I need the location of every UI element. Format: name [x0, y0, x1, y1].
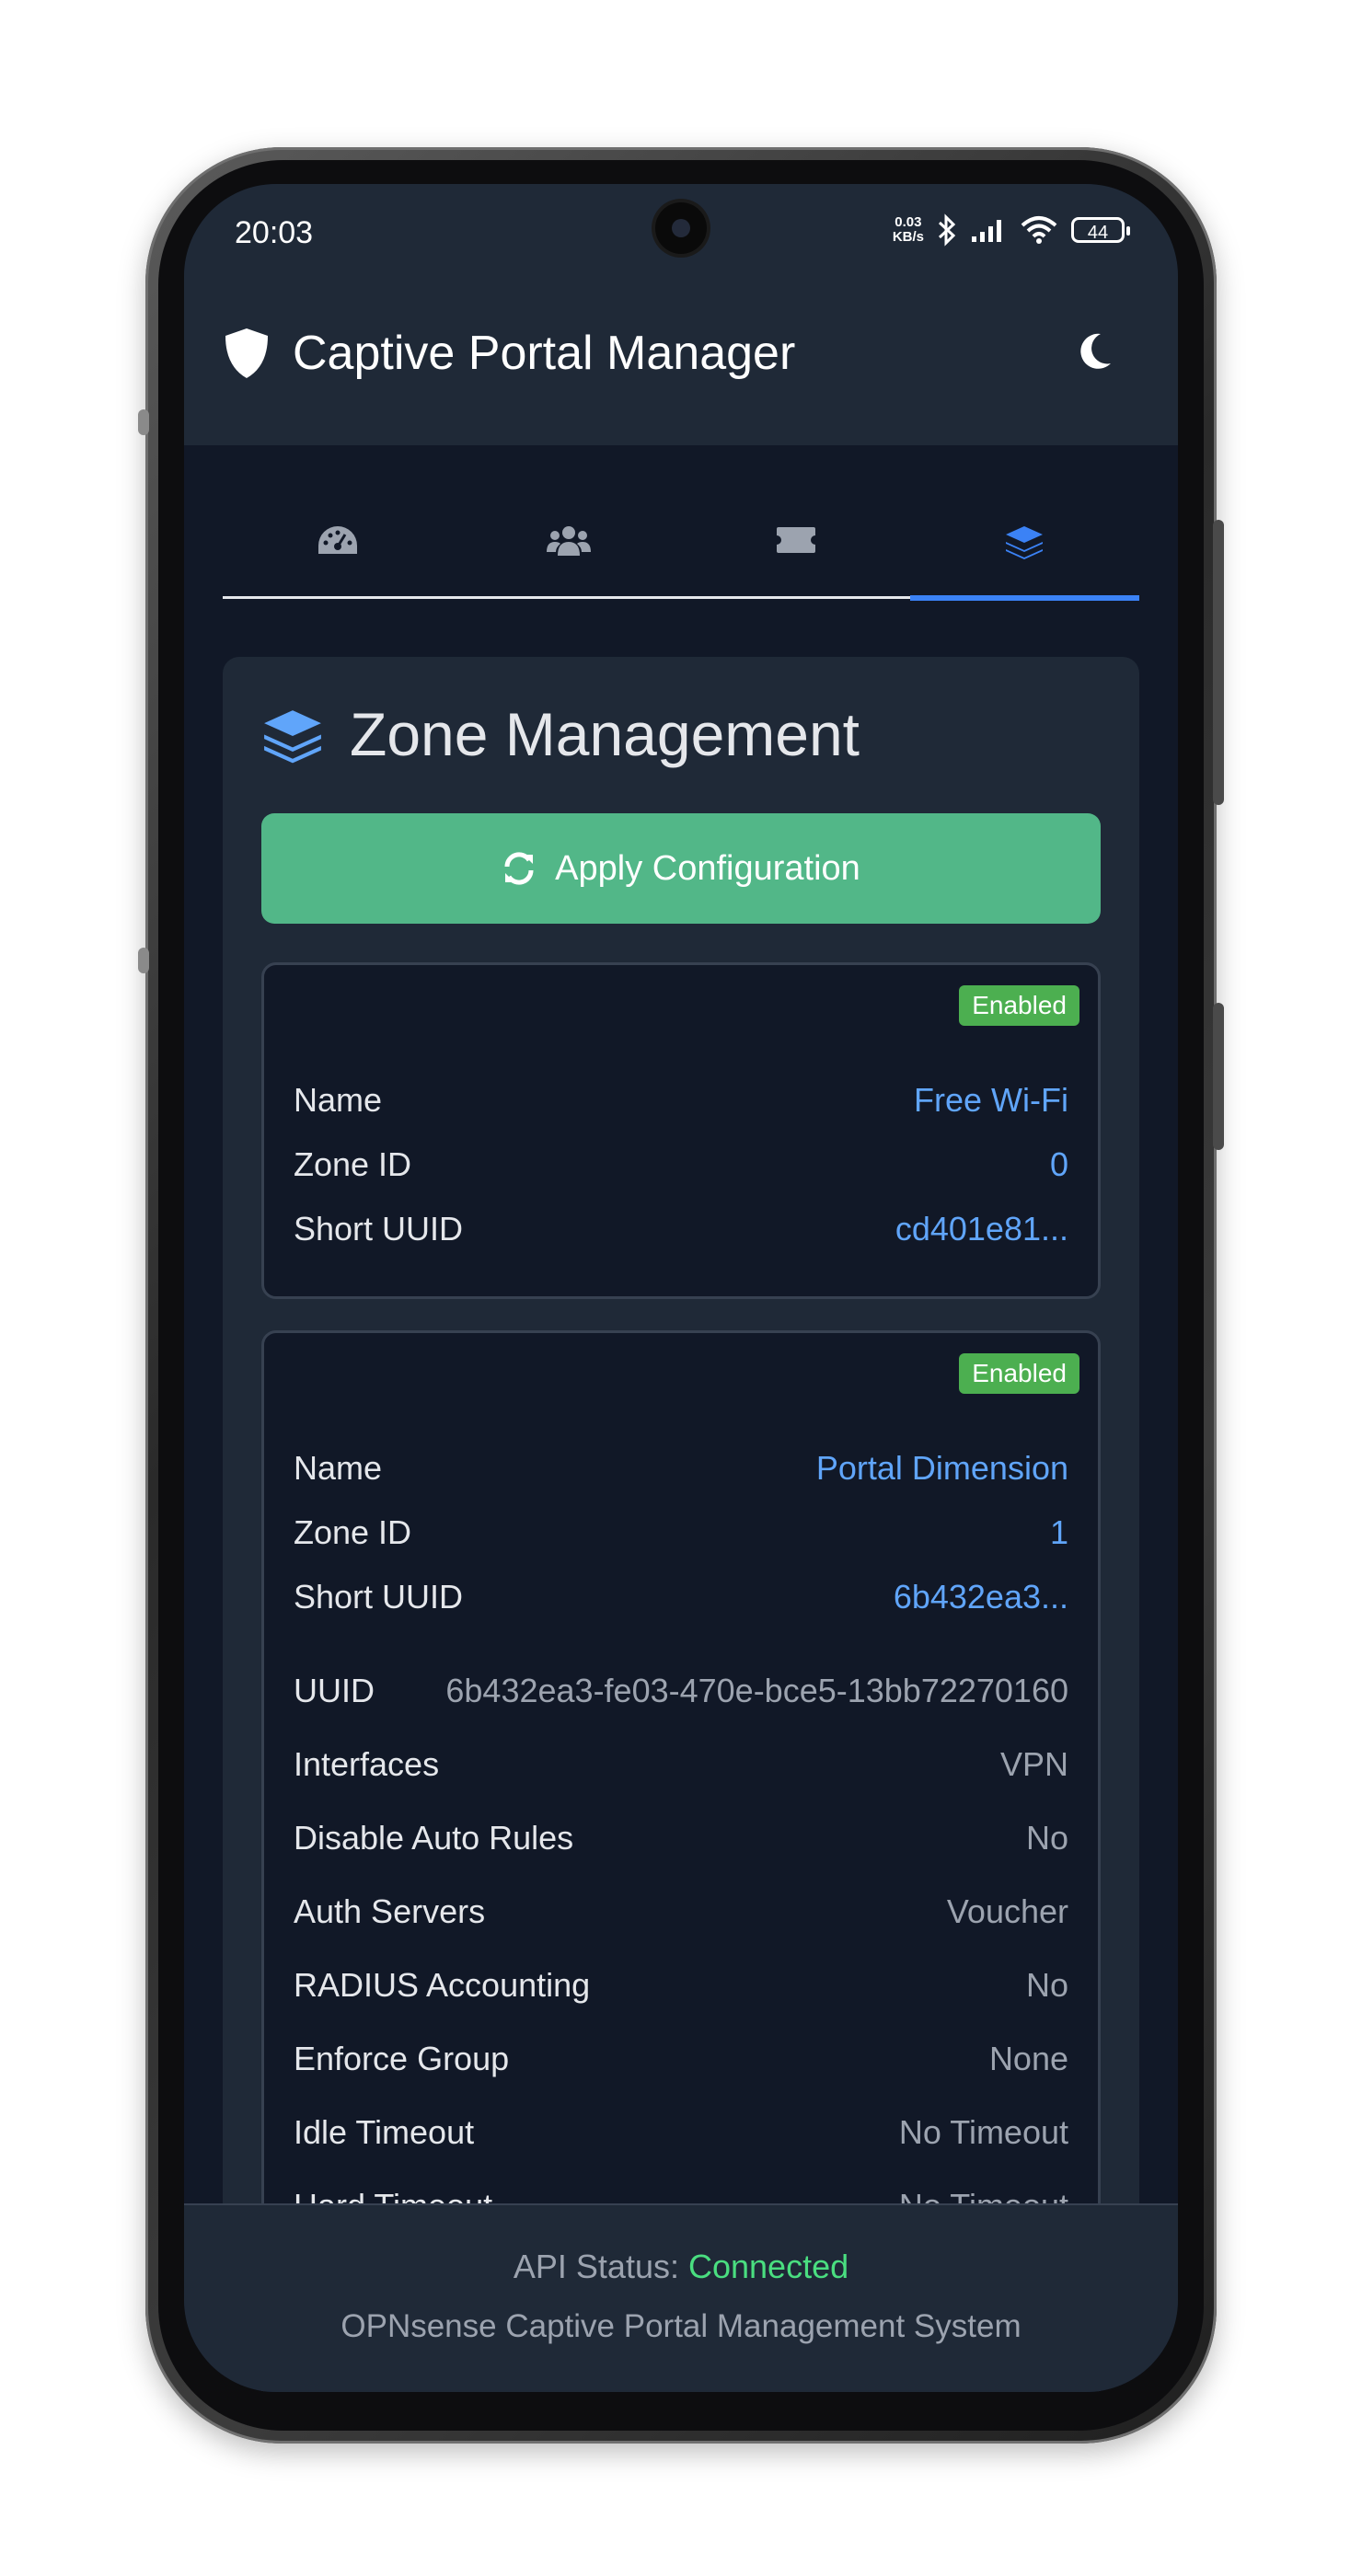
detail-row-uuid: UUID 6b432ea3-fe03-470e-bce5-13bb7227016… — [294, 1672, 1068, 1709]
tab-users[interactable] — [452, 478, 681, 596]
app-header: Captive Portal Manager — [184, 272, 1178, 445]
zone-management-card: Zone Management Apply Configuration Enab… — [223, 657, 1139, 2392]
detail-row-radius-accounting: RADIUS Accounting No — [294, 1966, 1068, 2004]
status-badge: Enabled — [959, 985, 1079, 1026]
apply-button-label: Apply Configuration — [555, 848, 860, 888]
wifi-icon — [1021, 216, 1057, 244]
tab-zones[interactable] — [910, 478, 1139, 596]
frame-antenna-line — [138, 948, 149, 973]
zone-id: 0 — [1049, 1145, 1068, 1183]
footer: API Status: Connected OPNsense Captive P… — [184, 2203, 1178, 2392]
api-status: API Status: Connected — [513, 2248, 849, 2285]
detail-row-enforce-group: Enforce Group None — [294, 2040, 1068, 2077]
detail-row-auth-servers: Auth Servers Voucher — [294, 1892, 1068, 1930]
bluetooth-icon — [938, 213, 956, 247]
app-screen: 20:03 0.03 KB/s 44 Captive Portal Manage… — [184, 184, 1178, 2392]
zone-row-short-uuid: Short UUID 6b432ea3... — [294, 1578, 1068, 1616]
volume-button — [1213, 520, 1224, 805]
moon-icon[interactable] — [1077, 331, 1114, 372]
detail-row-interfaces: Interfaces VPN — [294, 1745, 1068, 1783]
status-badge: Enabled — [959, 1353, 1079, 1394]
status-bar: 20:03 0.03 KB/s 44 — [184, 184, 1178, 272]
front-camera — [655, 202, 707, 254]
zone-row-short-uuid: Short UUID cd401e81... — [294, 1210, 1068, 1248]
layers-icon — [1006, 526, 1043, 559]
zone-card[interactable]: Enabled Name Free Wi-Fi Zone ID 0 Short … — [261, 962, 1101, 1299]
page-title: Zone Management — [350, 700, 860, 768]
layers-icon — [264, 710, 321, 764]
zone-row-name: Name Portal Dimension — [294, 1449, 1068, 1487]
nav-tabs — [223, 478, 1139, 601]
zone-name: Portal Dimension — [815, 1449, 1068, 1487]
ticket-icon — [777, 527, 815, 553]
tab-dashboard[interactable] — [223, 478, 452, 596]
detail-row-idle-timeout: Idle Timeout No Timeout — [294, 2113, 1068, 2151]
zone-row-id: Zone ID 1 — [294, 1513, 1068, 1551]
sync-icon — [504, 852, 534, 885]
shield-icon — [225, 328, 268, 378]
zone-row-name: Name Free Wi-Fi — [294, 1081, 1068, 1119]
tab-vouchers[interactable] — [681, 478, 910, 596]
zone-name: Free Wi-Fi — [914, 1081, 1068, 1119]
network-speed: 0.03 KB/s — [892, 214, 924, 245]
battery-icon: 44 — [1071, 217, 1130, 243]
active-tab-indicator — [910, 595, 1139, 601]
users-icon — [547, 526, 591, 556]
zone-row-id: Zone ID 0 — [294, 1145, 1068, 1183]
tachometer-icon — [318, 526, 357, 554]
status-time: 20:03 — [235, 215, 314, 250]
frame-antenna-line — [138, 409, 149, 435]
zone-short-uuid: cd401e81... — [895, 1210, 1068, 1248]
apply-configuration-button[interactable]: Apply Configuration — [261, 813, 1101, 924]
app-title: Captive Portal Manager — [293, 327, 796, 380]
zone-short-uuid: 6b432ea3... — [893, 1578, 1068, 1616]
signal-icon — [972, 220, 1001, 242]
system-name: OPNsense Captive Portal Management Syste… — [340, 2308, 1022, 2344]
detail-row-disable-auto-rules: Disable Auto Rules No — [294, 1819, 1068, 1857]
api-status-value: Connected — [687, 2248, 849, 2285]
power-button — [1213, 1003, 1224, 1150]
zone-id: 1 — [1049, 1513, 1068, 1551]
